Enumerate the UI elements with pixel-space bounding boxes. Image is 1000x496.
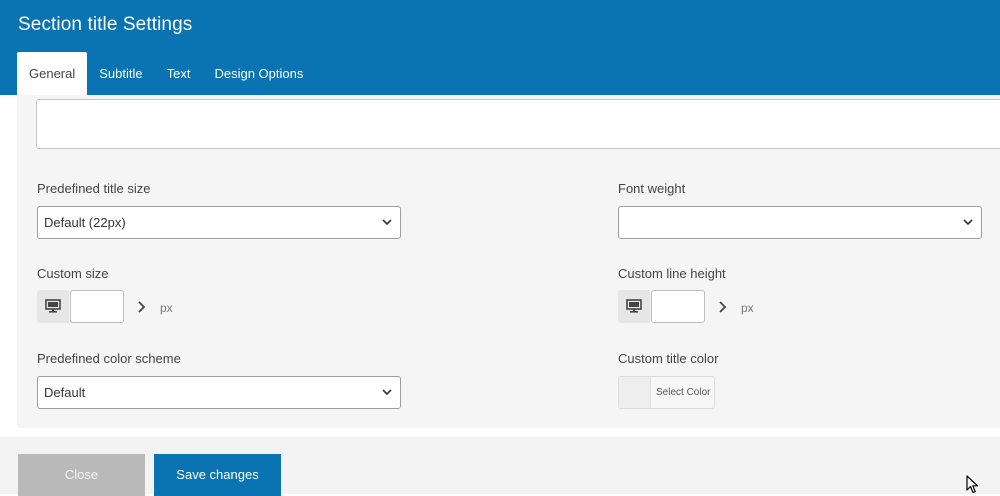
- title-text-area[interactable]: [36, 99, 1000, 149]
- custom-title-color-label: Custom title color: [618, 351, 719, 366]
- modal-header: Section title Settings General Subtitle …: [0, 0, 1000, 95]
- predefined-title-size-label: Predefined title size: [37, 181, 151, 196]
- predefined-color-scheme-label: Predefined color scheme: [37, 351, 181, 366]
- font-weight-label: Font weight: [618, 181, 686, 196]
- tab-text[interactable]: Text: [155, 52, 203, 95]
- desktop-icon: [45, 299, 61, 313]
- select-color-button[interactable]: Select Color: [618, 376, 715, 409]
- tab-design-options[interactable]: Design Options: [202, 52, 315, 95]
- chevron-right-icon[interactable]: [137, 300, 147, 314]
- predefined-color-scheme-value: Default: [44, 385, 86, 400]
- chevron-right-icon[interactable]: [718, 300, 728, 314]
- custom-line-height-unit: px: [741, 301, 754, 315]
- chevron-down-icon: [382, 219, 392, 226]
- custom-size-label: Custom size: [37, 266, 109, 281]
- select-color-label: Select Color: [656, 387, 711, 398]
- modal-footer: Close Save changes: [0, 437, 1000, 496]
- device-toggle-button[interactable]: [618, 290, 650, 323]
- custom-line-height-input[interactable]: [651, 290, 705, 323]
- predefined-title-size-select[interactable]: Default (22px): [37, 206, 401, 239]
- predefined-color-scheme-select[interactable]: Default: [37, 376, 401, 409]
- predefined-title-size-value: Default (22px): [44, 215, 126, 230]
- custom-size-input[interactable]: [70, 290, 124, 323]
- font-weight-select[interactable]: [618, 206, 982, 239]
- custom-size-unit: px: [160, 301, 173, 315]
- settings-panel: Predefined title size Default (22px) Fon…: [17, 95, 1000, 428]
- tab-general[interactable]: General: [17, 52, 88, 95]
- save-changes-button[interactable]: Save changes: [154, 454, 281, 496]
- tab-bar: General Subtitle Text Design Options: [17, 52, 315, 95]
- mouse-cursor-icon: [966, 475, 979, 494]
- color-swatch: [619, 377, 651, 408]
- device-toggle-button[interactable]: [37, 290, 69, 323]
- modal-title: Section title Settings: [18, 14, 193, 35]
- tab-subtitle[interactable]: Subtitle: [87, 52, 154, 95]
- desktop-icon: [626, 299, 642, 313]
- custom-line-height-label: Custom line height: [618, 266, 726, 281]
- close-button[interactable]: Close: [18, 454, 145, 496]
- chevron-down-icon: [963, 219, 973, 226]
- chevron-down-icon: [382, 389, 392, 396]
